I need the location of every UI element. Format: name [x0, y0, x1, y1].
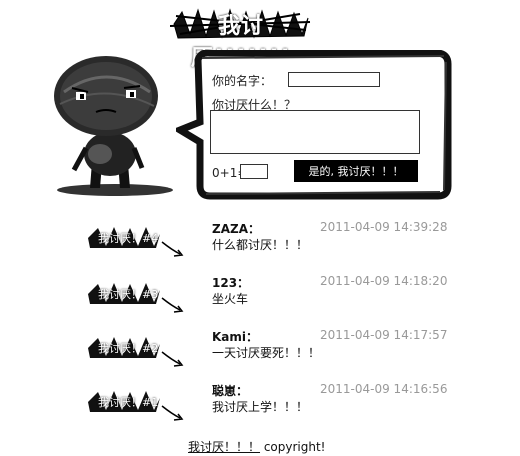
comment-badge: 我讨厌！#2 — [84, 334, 184, 370]
comment-badge: 我讨厌！#4 — [84, 224, 184, 260]
badge-label: 我讨厌！#4 — [98, 232, 159, 245]
footer-copyright: copyright! — [260, 440, 326, 454]
name-input[interactable] — [288, 72, 380, 87]
footer: 我讨厌！！！ copyright! — [188, 438, 326, 455]
hate-what-textarea[interactable] — [210, 110, 420, 154]
page-title: 我讨厌!!!!!!! — [169, 6, 312, 71]
footer-home-link[interactable]: 我讨厌！！！ — [188, 440, 260, 454]
comment-author: 聪崽： — [212, 384, 249, 398]
comment-timestamp: 2011-04-09 14:39:28 — [320, 220, 448, 234]
comment-badge: 我讨厌！#1 — [84, 388, 184, 424]
captcha-input[interactable] — [240, 164, 268, 179]
comment-badge: 我讨厌！#3 — [84, 280, 184, 316]
comment-timestamp: 2011-04-09 14:17:57 — [320, 328, 448, 342]
comment-author: ZAZA： — [212, 222, 260, 236]
comment-text: 什么都讨厌！！！ — [212, 238, 309, 252]
comment-text: 坐火车 — [212, 292, 249, 306]
comment-timestamp: 2011-04-09 14:16:56 — [320, 382, 448, 396]
badge-label: 我讨厌！#2 — [98, 342, 159, 355]
name-label: 你的名字： — [212, 74, 273, 88]
badge-label: 我讨厌！#3 — [98, 288, 159, 301]
comment-text: 我讨厌上学！！！ — [212, 400, 309, 414]
mascot-illustration — [40, 52, 190, 202]
submit-button[interactable]: 是的, 我讨厌！！！ — [294, 160, 418, 182]
badge-label: 我讨厌！#1 — [98, 396, 159, 409]
comment-author: 123： — [212, 276, 250, 290]
comment-text: 一天讨厌要死！！！ — [212, 346, 321, 360]
comment-timestamp: 2011-04-09 14:18:20 — [320, 274, 448, 288]
comment-author: Kami： — [212, 330, 259, 344]
